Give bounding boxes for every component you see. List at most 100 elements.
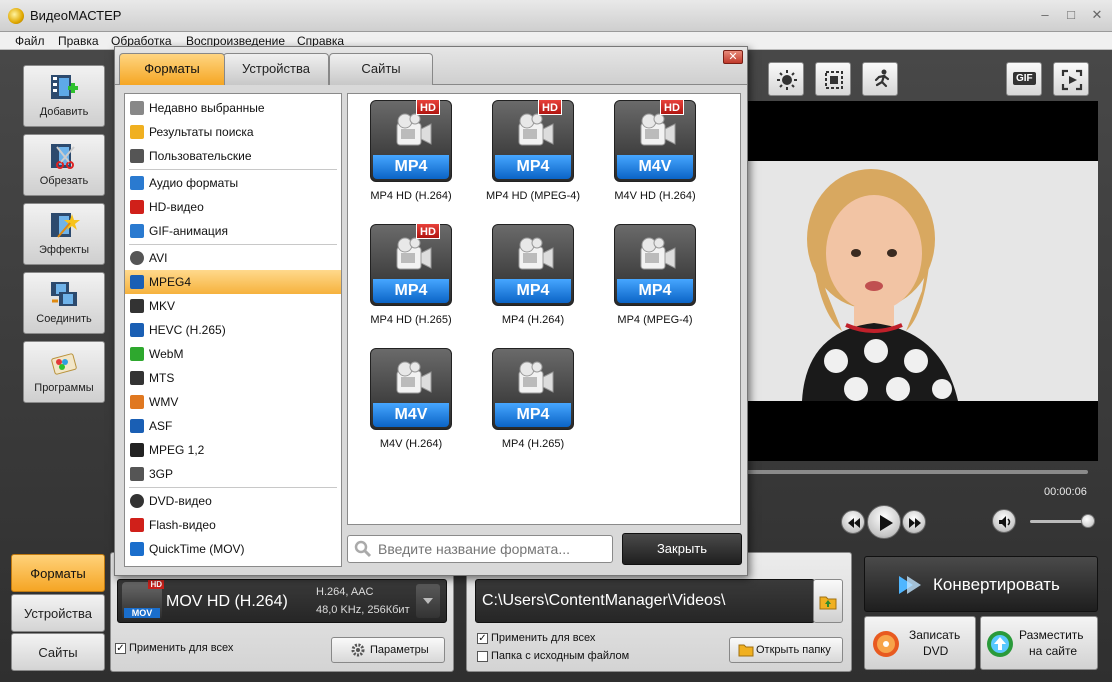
open-folder-button[interactable]: Открыть папку [729, 637, 843, 663]
play-button[interactable] [867, 505, 901, 539]
selected-format-field[interactable]: HD MOV MOV HD (H.264) H.264, AAC 48,0 KH… [117, 579, 447, 623]
timeline-slider[interactable] [746, 470, 1088, 474]
category-item[interactable]: MPEG 1,2 [125, 438, 341, 462]
publish-web-button[interactable]: Разместить на сайте [980, 616, 1098, 670]
burn-dvd-button[interactable]: Записать DVD [864, 616, 976, 670]
effects-icon [51, 213, 80, 238]
close-icon[interactable]: ✕ [1086, 6, 1108, 24]
brightness-button[interactable] [768, 62, 804, 96]
forward-button[interactable] [902, 510, 926, 534]
category-item[interactable]: Flash-видео [125, 513, 341, 537]
video-preview[interactable] [746, 101, 1098, 461]
app-logo-icon [8, 8, 24, 24]
rewind-button[interactable] [841, 510, 865, 534]
volume-knob[interactable] [1081, 514, 1095, 528]
format-name: MP4 (H.264) [501, 314, 565, 326]
format-item[interactable]: MP4 MP4 (H.265) [478, 348, 588, 458]
volume-slider[interactable] [1030, 520, 1088, 523]
dialog-tab-devices[interactable]: Устройства [223, 53, 329, 85]
format-name: MP4 HD (MPEG-4) [485, 190, 581, 202]
category-item[interactable]: WebM [125, 342, 341, 366]
category-label: ASF [149, 419, 173, 433]
category-label: HEVC (H.265) [149, 323, 226, 337]
dialog-close-icon[interactable]: ✕ [723, 50, 743, 64]
category-label: AVI [149, 251, 168, 265]
format-tile: MP4 [492, 348, 574, 430]
dialog-header: Форматы Устройства Сайты ✕ [115, 47, 747, 85]
bottom-tab-formats[interactable]: Форматы [11, 554, 105, 592]
codec-line-1: H.264, AAC [316, 586, 374, 598]
category-item[interactable]: ASF [125, 414, 341, 438]
hd-badge: HD [538, 99, 562, 115]
category-item[interactable]: HEVC (H.265) [125, 318, 341, 342]
parameters-button[interactable]: Параметры [331, 637, 445, 663]
format-item[interactable]: MP4 HD MP4 HD (H.265) [356, 223, 466, 334]
maximize-icon[interactable]: □ [1060, 6, 1082, 24]
format-item[interactable]: MP4 MP4 (MPEG-4) [600, 224, 710, 334]
search-icon [354, 540, 372, 558]
format-item[interactable]: MP4 MP4 (H.264) [478, 224, 588, 334]
gear-icon [351, 643, 365, 657]
category-item[interactable]: GIF-анимация [125, 219, 341, 243]
trim-button[interactable]: Обрезать [23, 134, 105, 196]
crop-button[interactable] [815, 62, 851, 96]
video-camera-icon [518, 237, 554, 270]
category-item[interactable]: QuickTime (MOV) [125, 537, 341, 561]
convert-button[interactable]: Конвертировать [864, 556, 1098, 612]
category-item[interactable]: MTS [125, 366, 341, 390]
output-apply-all-checkbox[interactable]: ✓ [477, 633, 488, 644]
format-dropdown-button[interactable] [416, 584, 440, 618]
category-item[interactable]: AVI [125, 246, 341, 270]
category-item[interactable]: DVD-видео [125, 489, 341, 513]
browse-folder-button[interactable] [813, 579, 843, 623]
format-item[interactable]: MP4 HD MP4 HD (H.264) [356, 99, 466, 210]
publish-web-line2: на сайте [1029, 644, 1078, 658]
category-item[interactable]: 3GP [125, 462, 341, 486]
join-button[interactable]: Соединить [23, 272, 105, 334]
output-path: C:\Users\ContentManager\Videos\ [482, 592, 726, 609]
mkv-icon [130, 299, 144, 313]
mts-icon [130, 371, 144, 385]
mpeg4-icon [130, 275, 144, 289]
bottom-tab-sites[interactable]: Сайты [11, 633, 105, 671]
speed-button[interactable] [862, 62, 898, 96]
volume-button[interactable] [992, 509, 1016, 533]
category-label: Flash-видео [149, 518, 216, 532]
category-label: Недавно выбранные [149, 101, 265, 115]
format-search-box[interactable] [347, 535, 613, 563]
category-item[interactable]: Недавно выбранные [125, 96, 341, 120]
format-badge: M4V [373, 403, 449, 427]
category-item[interactable]: HD-видео [125, 195, 341, 219]
format-item[interactable]: M4V HD M4V HD (H.264) [600, 99, 710, 210]
same-folder-checkbox[interactable] [477, 651, 488, 662]
minimize-icon[interactable]: – [1034, 6, 1056, 24]
dialog-tab-formats[interactable]: Форматы [119, 53, 225, 85]
category-item[interactable]: MPEG4 [125, 270, 341, 294]
category-label: Аудио форматы [149, 176, 239, 190]
add-button[interactable]: Добавить [23, 65, 105, 127]
gif-label: GIF [1013, 72, 1036, 85]
menu-file[interactable]: Файл [15, 34, 45, 48]
output-path-field[interactable]: C:\Users\ContentManager\Videos\ [475, 579, 815, 623]
category-item[interactable]: Результаты поиска [125, 120, 341, 144]
category-item[interactable]: MKV [125, 294, 341, 318]
gif-button[interactable]: GIF [1006, 62, 1042, 96]
user-icon [130, 149, 144, 163]
format-item[interactable]: M4V M4V (H.264) [356, 348, 466, 458]
category-item[interactable]: WMV [125, 390, 341, 414]
effects-label: Эффекты [38, 244, 89, 256]
dialog-close-button[interactable]: Закрыть [622, 533, 742, 565]
fullscreen-button[interactable] [1053, 62, 1089, 96]
format-item[interactable]: MP4 HD MP4 HD (MPEG-4) [478, 99, 588, 210]
programs-button[interactable]: Программы [23, 341, 105, 403]
format-tile: MP4 [492, 224, 574, 306]
category-item[interactable]: Аудио форматы [125, 171, 341, 195]
format-search-input[interactable] [378, 539, 608, 559]
category-item[interactable]: Пользовательские [125, 144, 341, 168]
bottom-tab-devices[interactable]: Устройства [11, 594, 105, 632]
menu-edit[interactable]: Правка [58, 34, 99, 48]
dialog-tab-sites[interactable]: Сайты [329, 53, 433, 85]
effects-button[interactable]: Эффекты [23, 203, 105, 265]
publish-web-line1: Разместить [1019, 628, 1084, 642]
apply-all-checkbox[interactable]: ✓ [115, 643, 126, 654]
